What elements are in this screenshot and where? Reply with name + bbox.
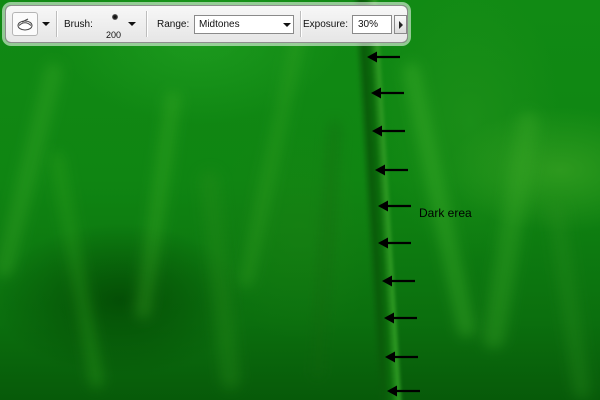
range-label: Range: bbox=[157, 19, 190, 30]
grass-blur-streak bbox=[481, 109, 541, 351]
grass-blur-streak bbox=[401, 61, 477, 339]
tool-preset-chevron-down-icon[interactable] bbox=[42, 22, 50, 26]
left-arrow-icon bbox=[387, 385, 420, 397]
image-canvas[interactable] bbox=[0, 0, 600, 400]
grass-blur-streak bbox=[310, 119, 342, 381]
left-arrow-icon bbox=[384, 312, 417, 324]
grass-blur-streak bbox=[546, 199, 592, 400]
toolbar-divider bbox=[300, 11, 301, 37]
brush-picker-chevron-down-icon[interactable] bbox=[128, 22, 136, 26]
tool-preset-picker[interactable] bbox=[12, 12, 38, 36]
exposure-input[interactable]: 30% bbox=[352, 15, 392, 34]
chevron-right-icon bbox=[399, 21, 403, 29]
left-arrow-icon bbox=[378, 237, 411, 249]
left-arrow-icon bbox=[385, 351, 418, 363]
exposure-value: 30% bbox=[358, 19, 379, 30]
range-select[interactable]: Midtones bbox=[194, 15, 294, 34]
toolbar-divider bbox=[56, 11, 57, 37]
exposure-slider-button[interactable] bbox=[394, 15, 407, 34]
dark-area-label: Dark erea bbox=[419, 206, 472, 220]
left-arrow-icon bbox=[372, 125, 405, 137]
options-bar: Brush: 200 Range: Midtones Exposure: 30% bbox=[5, 5, 408, 43]
brush-size-value: 200 bbox=[106, 30, 122, 40]
left-arrow-icon bbox=[367, 51, 400, 63]
left-arrow-icon bbox=[375, 164, 408, 176]
left-arrow-icon bbox=[382, 275, 415, 287]
grass-blur-streak bbox=[198, 169, 242, 391]
range-chevron-down-icon bbox=[283, 23, 291, 27]
toolbar-divider bbox=[146, 11, 147, 37]
range-select-value: Midtones bbox=[199, 19, 240, 30]
left-arrow-icon bbox=[371, 87, 404, 99]
grass-blur-streak bbox=[134, 90, 182, 320]
left-arrow-icon bbox=[378, 200, 411, 212]
brush-label: Brush: bbox=[64, 19, 93, 30]
dodge-tool-icon bbox=[17, 18, 33, 31]
exposure-label: Exposure: bbox=[303, 19, 349, 30]
brush-preview-icon[interactable] bbox=[112, 14, 118, 20]
grass-blur-streak bbox=[49, 150, 105, 390]
grass-blur-streak bbox=[238, 31, 306, 289]
